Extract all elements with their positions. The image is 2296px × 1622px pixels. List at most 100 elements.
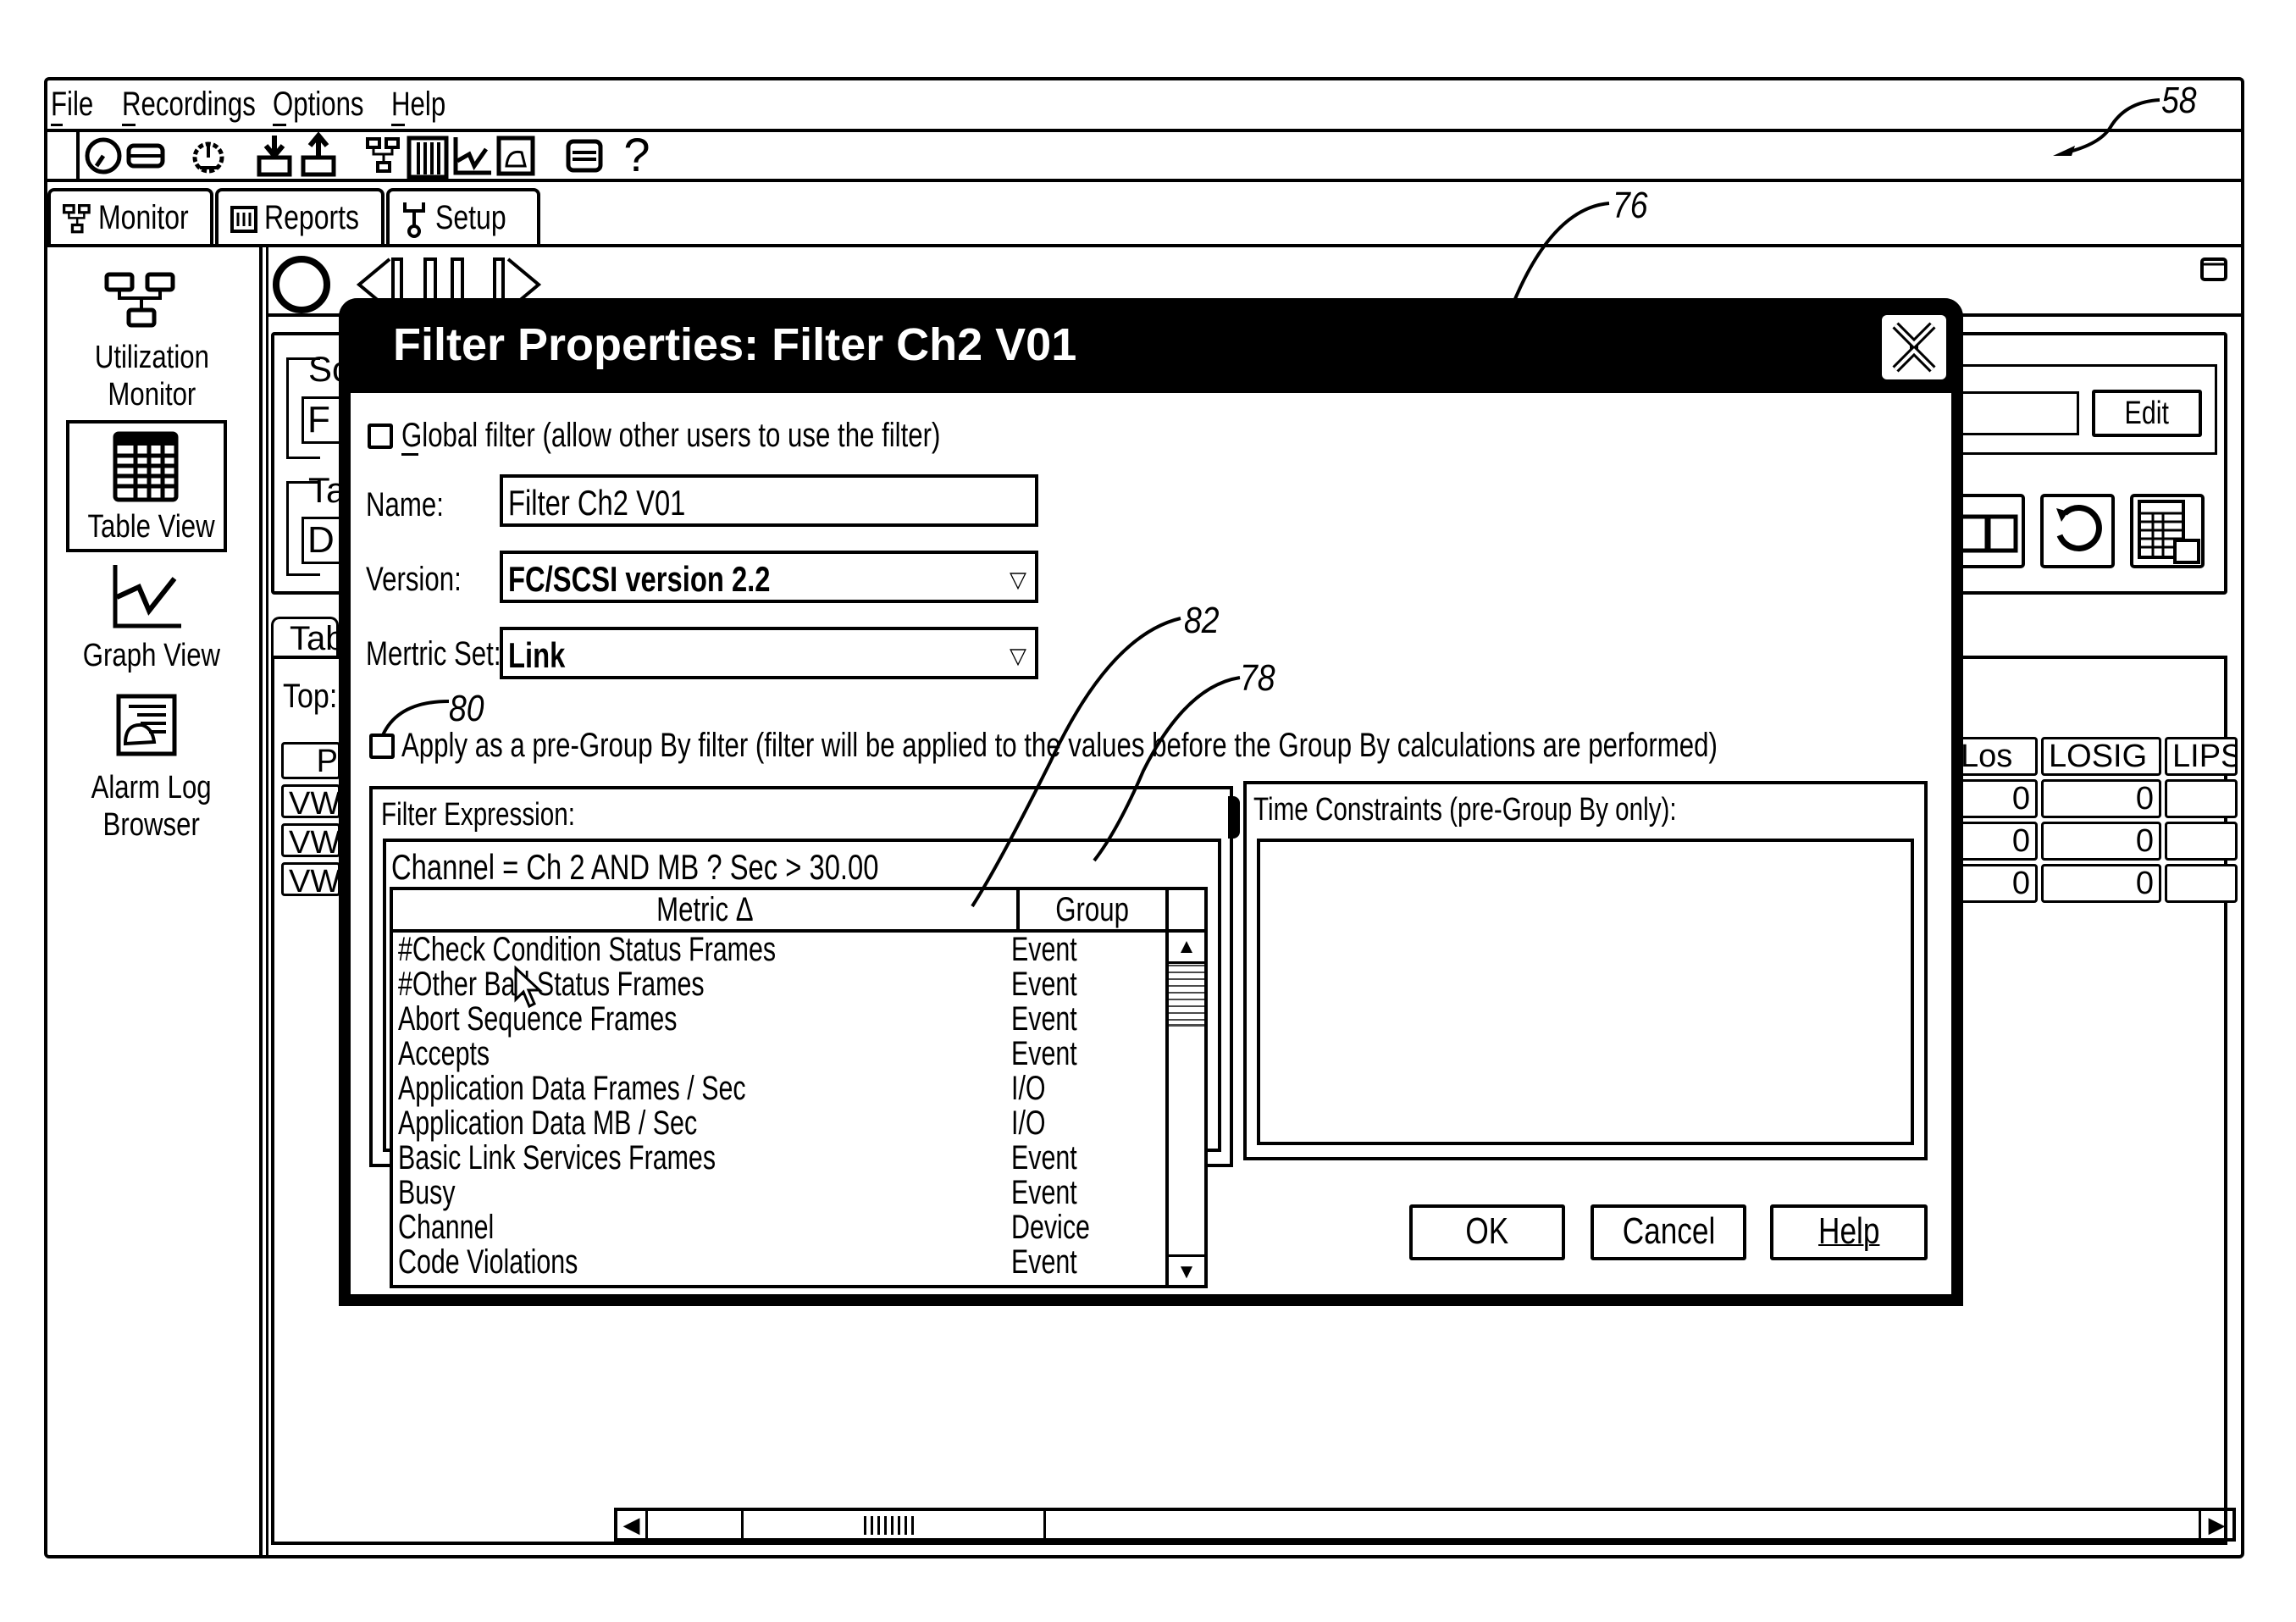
help-icon[interactable]: ? <box>618 131 656 179</box>
list-item[interactable]: Application Data Frames / Sec I/O <box>393 1071 1165 1106</box>
scroll-up-arrow[interactable]: ▲ <box>1169 933 1204 964</box>
table-icon[interactable] <box>407 136 449 180</box>
table-cell: 0 <box>1953 779 2038 818</box>
list-item[interactable]: Accepts Event <box>393 1037 1165 1071</box>
menu-help[interactable]: Help <box>391 81 445 127</box>
gear-meter-icon[interactable] <box>188 136 229 176</box>
alarm-log-icon[interactable] <box>115 693 178 757</box>
filter-expression-value: Channel = Ch 2 AND MB ? Sec > 30.00 <box>391 847 879 887</box>
scroll-grip <box>864 1516 915 1535</box>
table-row[interactable]: VWF <box>281 862 340 896</box>
download-icon[interactable] <box>256 132 300 178</box>
table-cell: 0 <box>2041 779 2161 818</box>
cancel-button[interactable]: Cancel <box>1591 1204 1746 1260</box>
graph-view-icon[interactable] <box>110 563 183 631</box>
network-icon <box>63 204 91 234</box>
network-icon[interactable] <box>366 137 403 174</box>
list-item[interactable]: #Check Condition Status Frames Event <box>393 933 1165 967</box>
table-icon <box>113 431 179 502</box>
list-item[interactable]: Code Violations Event <box>393 1245 1165 1280</box>
close-icon <box>1892 322 1936 373</box>
tab-setup[interactable]: Setup <box>386 188 540 246</box>
utilization-monitor-icon[interactable] <box>103 271 180 330</box>
time-constraints-input[interactable] <box>1257 839 1914 1145</box>
record-icon[interactable] <box>269 254 334 313</box>
alarm-log-icon[interactable] <box>496 136 535 176</box>
name-input[interactable]: Filter Ch2 V01 <box>500 474 1038 527</box>
list-item[interactable]: Busy Event <box>393 1176 1165 1210</box>
table-cell <box>2165 822 2238 861</box>
list-item[interactable]: #Other Bad Status Frames Event <box>393 967 1165 1002</box>
version-select[interactable]: FC/SCSI version 2.2 ▽ <box>500 551 1038 603</box>
top-label: Top: <box>283 678 338 715</box>
export-table-icon[interactable] <box>2129 493 2205 569</box>
list-item[interactable]: Basic Link Services Frames Event <box>393 1141 1165 1176</box>
upload-icon[interactable] <box>300 132 344 178</box>
table-cell <box>2165 779 2238 818</box>
sidebar-label-table-view: Table View <box>87 509 216 545</box>
scroll-thumb[interactable] <box>1169 965 1204 1027</box>
metric-set-label: Mertric Set: <box>366 635 501 673</box>
list-item[interactable]: Abort Sequence Frames Event <box>393 1002 1165 1037</box>
restore-window-icon[interactable] <box>2199 254 2229 285</box>
scroll-left-arrow[interactable]: ◀ <box>617 1511 648 1538</box>
tab-label: Reports <box>264 199 360 236</box>
mnemonic-underline <box>391 124 405 126</box>
table-row[interactable]: VWF <box>281 784 340 818</box>
filter-expression-label: Filter Expression: <box>381 797 575 833</box>
scroll-right-arrow[interactable]: ▶ <box>2199 1511 2232 1538</box>
global-filter-checkbox[interactable] <box>368 423 393 449</box>
time-constraints-label: Time Constraints (pre-Group By only): <box>1253 792 1677 828</box>
annotation-78: 78 <box>1240 657 1275 699</box>
column-header-p[interactable]: P <box>281 742 340 779</box>
list-item[interactable]: Channel Device <box>393 1210 1165 1245</box>
tab-label: Setup <box>435 199 506 236</box>
table-cell: 0 <box>2041 864 2161 903</box>
ok-button[interactable]: OK <box>1409 1204 1565 1260</box>
table-cell <box>2165 864 2238 903</box>
wrench-icon <box>403 202 425 239</box>
column-header-metric[interactable]: Metric Δ <box>393 890 1016 929</box>
name-label: Name: <box>366 486 444 523</box>
table-cell: 0 <box>2041 822 2161 861</box>
mnemonic-underline <box>273 124 286 126</box>
help-button[interactable]: Help <box>1770 1204 1928 1260</box>
tab-monitor[interactable]: Monitor <box>47 188 213 246</box>
group1-field[interactable]: F <box>302 396 344 444</box>
column-header-los[interactable]: Los <box>1953 737 2038 776</box>
mnemonic-underline <box>51 124 63 126</box>
tab-label: Monitor <box>98 199 189 236</box>
sidebar-divider <box>266 246 268 1558</box>
toolbar-grip <box>76 130 80 180</box>
column-header-lips[interactable]: LIPS <box>2165 737 2238 776</box>
scroll-down-arrow[interactable]: ▼ <box>1169 1254 1204 1287</box>
report-icon <box>230 206 257 234</box>
metric-set-select[interactable]: Link ▽ <box>500 627 1038 679</box>
close-button[interactable] <box>1882 315 1946 379</box>
refresh-icon[interactable] <box>2039 493 2116 569</box>
group2-field[interactable]: D <box>302 517 344 564</box>
sidebar-item-utilization-monitor[interactable]: Utilization Monitor <box>46 339 257 413</box>
sidebar-item-alarm-log-browser[interactable]: Alarm Log Browser <box>46 769 257 844</box>
table-cell: 0 <box>1953 822 2038 861</box>
annotation-76: 76 <box>1613 185 1648 226</box>
menu-file[interactable]: File <box>51 81 93 127</box>
stopwatch-icon[interactable] <box>83 136 124 176</box>
metric-list[interactable]: Metric Δ Group #Check Condition Status F… <box>390 887 1208 1288</box>
graph-icon[interactable] <box>452 136 493 176</box>
table-row[interactable]: VWF <box>281 823 340 857</box>
tab-reports[interactable]: Reports <box>215 188 385 246</box>
list-item[interactable]: Application Data MB / Sec I/O <box>393 1106 1165 1141</box>
annotation-leader-80 <box>381 700 450 736</box>
sidebar-divider <box>259 246 263 1558</box>
table-tab-label: Tab <box>290 620 345 657</box>
menu-recordings[interactable]: Recordings <box>122 81 256 127</box>
chevron-down-icon: ▽ <box>1010 567 1026 592</box>
printer-icon[interactable] <box>566 139 603 173</box>
column-header-losig[interactable]: LOSIG <box>2041 737 2161 776</box>
menu-options[interactable]: Options <box>273 81 364 127</box>
global-filter-label: Global filter (allow other users to use … <box>401 417 941 454</box>
edit-button[interactable]: Edit <box>2092 390 2202 437</box>
sidebar-item-graph-view[interactable]: Graph View <box>46 637 257 674</box>
tape-icon[interactable] <box>125 141 166 171</box>
